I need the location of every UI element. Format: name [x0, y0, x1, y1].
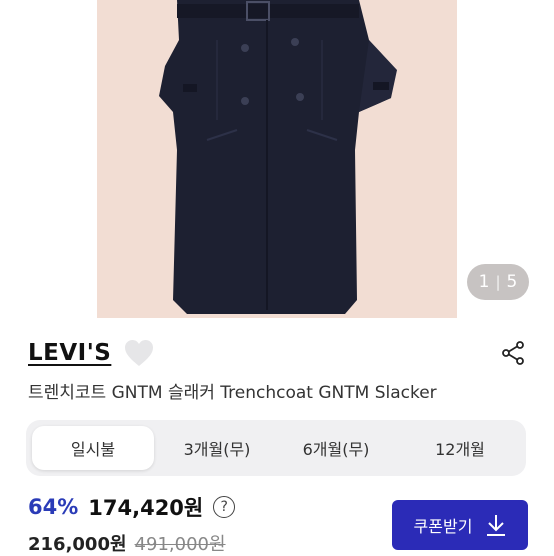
- original-price: 491,000원: [134, 534, 226, 555]
- image-counter: 1 | 5: [467, 264, 529, 300]
- help-icon[interactable]: ?: [213, 496, 236, 518]
- image-counter-current: 1: [478, 272, 490, 292]
- product-title: 트렌치코트 GNTM 슬래커 Trenchcoat GNTM Slacker: [28, 383, 437, 403]
- tab-6-months[interactable]: 6개월(무): [272, 426, 400, 470]
- product-image[interactable]: [97, 0, 457, 318]
- discount-rate: 64%: [28, 495, 79, 519]
- sale-price: 174,420원: [88, 496, 204, 520]
- tab-lump-sum[interactable]: 일시불: [32, 426, 154, 470]
- tab-3-months[interactable]: 3개월(무): [162, 426, 272, 470]
- trench-coat-photo: [159, 0, 397, 314]
- image-counter-total: 5: [506, 272, 518, 292]
- old-price-row: 216,000원 491,000원: [28, 530, 226, 556]
- tab-12-months[interactable]: 12개월: [400, 426, 520, 470]
- share-icon[interactable]: [500, 340, 526, 366]
- coupon-button[interactable]: 쿠폰받기: [392, 500, 528, 550]
- price-row: 64% 174,420원 ?: [28, 492, 236, 522]
- heart-icon[interactable]: [123, 338, 155, 368]
- download-arrow-icon: [487, 515, 506, 536]
- list-price: 216,000원: [28, 534, 127, 555]
- image-counter-separator: |: [495, 273, 501, 291]
- brand-row: LEVI'S: [28, 333, 155, 373]
- payment-tabs: 일시불 3개월(무) 6개월(무) 12개월: [26, 420, 526, 476]
- coupon-button-label: 쿠폰받기: [413, 519, 473, 536]
- brand-link[interactable]: LEVI'S: [28, 340, 111, 366]
- product-gallery[interactable]: 1 | 5: [0, 0, 554, 318]
